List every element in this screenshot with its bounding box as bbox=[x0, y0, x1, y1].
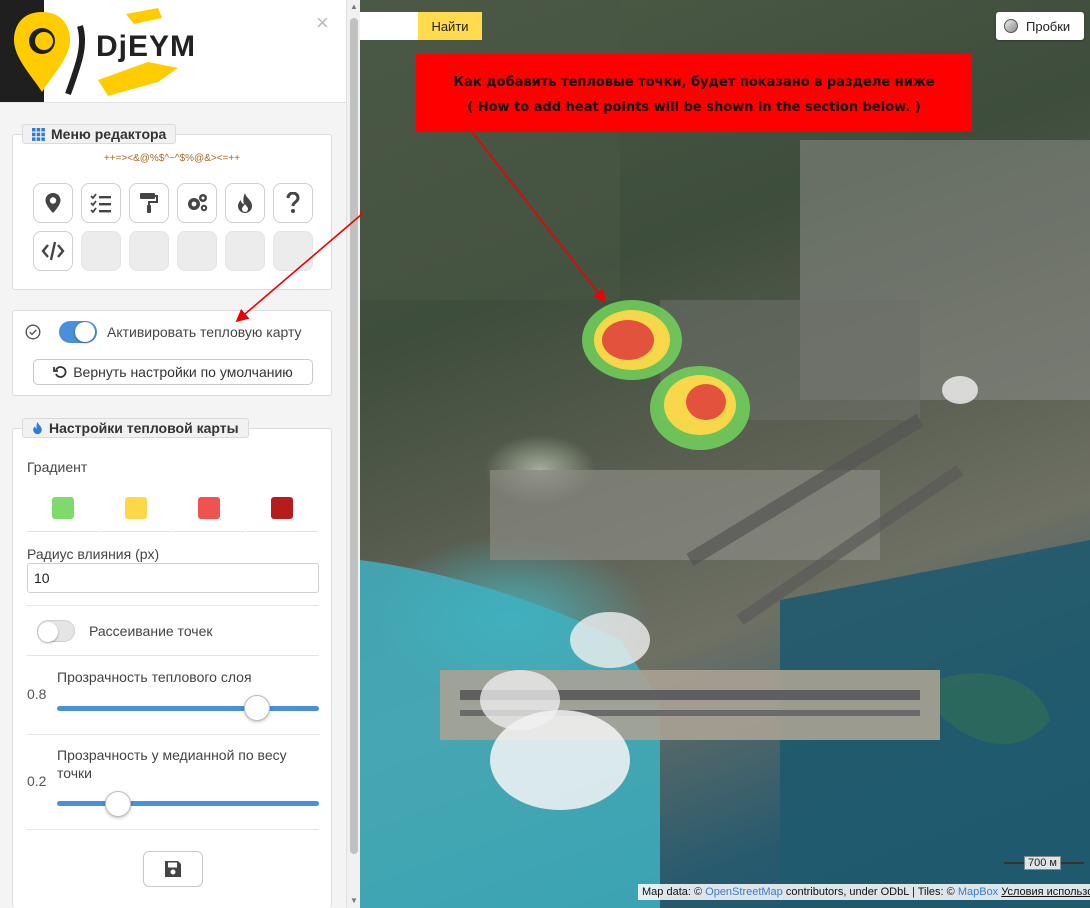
gradient-swatch-1[interactable] bbox=[52, 497, 74, 519]
save-icon bbox=[165, 861, 181, 877]
gradient-cell-4 bbox=[246, 489, 318, 532]
grid-icon bbox=[32, 127, 45, 141]
editor-menu-legend: Меню редактора bbox=[22, 124, 177, 144]
opacity-slider-thumb[interactable] bbox=[244, 695, 270, 721]
heatmap-toggle[interactable] bbox=[59, 321, 97, 343]
median-slider-thumb[interactable] bbox=[105, 791, 131, 817]
divider bbox=[27, 605, 319, 606]
osm-link[interactable]: OpenStreetMap bbox=[705, 886, 783, 898]
map-scale: 700 м bbox=[1002, 856, 1086, 870]
empty-tool-slot bbox=[273, 231, 313, 271]
median-slider-track[interactable] bbox=[57, 801, 319, 806]
gradient-swatch-2[interactable] bbox=[125, 497, 147, 519]
heatmap-settings-panel: Градиент Радиус влияния (px) Рассеивание… bbox=[12, 428, 332, 908]
map-search-input[interactable] bbox=[360, 12, 418, 40]
help-tool-button[interactable] bbox=[273, 183, 313, 223]
sidebar-scrollbar[interactable]: ▲ ▼ bbox=[346, 0, 360, 908]
heatmap-tool-button[interactable] bbox=[225, 183, 265, 223]
dissipate-label: Рассеивание точек bbox=[89, 623, 213, 639]
divider bbox=[27, 829, 319, 830]
traffic-button[interactable]: Пробки bbox=[996, 12, 1084, 40]
map-search-button[interactable]: Найти bbox=[418, 12, 482, 40]
placemark-tool-button[interactable] bbox=[33, 183, 73, 223]
gradient-swatch-4[interactable] bbox=[271, 497, 293, 519]
settings-tool-button[interactable] bbox=[177, 183, 217, 223]
gradient-swatch-3[interactable] bbox=[198, 497, 220, 519]
logo-header: DjEYM × bbox=[0, 0, 346, 103]
annotation-box: Как добавить тепловые точки, будет показ… bbox=[416, 54, 972, 132]
gradient-cell-2 bbox=[100, 489, 172, 532]
gradient-cell-1 bbox=[27, 489, 99, 532]
opacity-label: Прозрачность теплового слоя bbox=[57, 669, 252, 685]
divider bbox=[27, 734, 319, 735]
code-icon bbox=[41, 241, 65, 261]
style-tool-button[interactable] bbox=[129, 183, 169, 223]
median-value: 0.2 bbox=[27, 773, 47, 789]
empty-tool-slot bbox=[177, 231, 217, 271]
opacity-slider-track[interactable] bbox=[57, 706, 319, 711]
terms-link[interactable]: Условия использования bbox=[1001, 886, 1090, 898]
heatmap-toggle-label: Активировать тепловую карту bbox=[107, 324, 302, 340]
heatmap-activation-panel: Активировать тепловую карту Вернуть наст… bbox=[12, 310, 332, 396]
gears-icon bbox=[188, 194, 208, 212]
annotation-line-en: ( How to add heat points will be shown i… bbox=[467, 100, 921, 115]
scroll-down-icon[interactable]: ▼ bbox=[350, 896, 358, 905]
heatmap-settings-legend: Настройки тепловой карты bbox=[22, 418, 249, 438]
scrollbar-thumb[interactable] bbox=[350, 18, 358, 854]
opacity-value: 0.8 bbox=[27, 686, 47, 702]
reset-defaults-label: Вернуть настройки по умолчанию bbox=[73, 364, 293, 380]
code-tool-button[interactable] bbox=[33, 231, 73, 271]
decorative-symbols: ++=><&@%$^~^$%@&><=++ bbox=[103, 153, 241, 164]
annotation-line-ru: Как добавить тепловые точки, будет показ… bbox=[453, 75, 935, 90]
fire-icon bbox=[33, 421, 42, 435]
close-icon[interactable]: × bbox=[316, 12, 329, 34]
check-circle-icon bbox=[25, 324, 41, 340]
scroll-up-icon[interactable]: ▲ bbox=[350, 2, 358, 11]
empty-tool-slot bbox=[129, 231, 169, 271]
satellite-terrain bbox=[360, 0, 1090, 908]
dissipate-toggle[interactable] bbox=[37, 620, 75, 642]
marker-icon bbox=[45, 193, 61, 213]
reset-defaults-button[interactable]: Вернуть настройки по умолчанию bbox=[33, 359, 313, 385]
editor-menu-panel: ++=><&@%$^~^$%@&><=++ bbox=[12, 134, 332, 290]
traffic-icon bbox=[1004, 19, 1018, 33]
save-button[interactable] bbox=[143, 851, 203, 887]
empty-tool-slot bbox=[225, 231, 265, 271]
traffic-label: Пробки bbox=[1026, 18, 1071, 34]
radius-input[interactable] bbox=[27, 563, 319, 593]
mapbox-link[interactable]: MapBox bbox=[958, 886, 998, 898]
editor-sidebar: DjEYM × ++=><&@%$^~^$%@&><=++ Меню редак… bbox=[0, 0, 346, 908]
list-icon bbox=[90, 193, 111, 213]
map-attribution: Map data: © OpenStreetMap contributors, … bbox=[638, 884, 1090, 900]
scale-label: 700 м bbox=[1024, 856, 1061, 870]
attribution-middle: contributors, under ODbL | Tiles: © bbox=[782, 886, 958, 898]
editor-menu-title: Меню редактора bbox=[51, 126, 167, 142]
paint-roller-icon bbox=[140, 193, 158, 213]
empty-tool-slot bbox=[81, 231, 121, 271]
radius-label: Радиус влияния (px) bbox=[27, 546, 160, 562]
fire-icon bbox=[238, 193, 252, 213]
median-label: Прозрачность у медианной по весу точки bbox=[57, 747, 287, 781]
divider bbox=[27, 655, 319, 656]
gradient-label: Градиент bbox=[27, 459, 88, 475]
heatmap-settings-title: Настройки тепловой карты bbox=[49, 420, 239, 436]
undo-icon bbox=[53, 366, 67, 378]
attribution-prefix: Map data: © bbox=[642, 886, 706, 898]
logo-text: DjEYM bbox=[96, 30, 197, 63]
question-icon bbox=[286, 192, 300, 213]
list-tool-button[interactable] bbox=[81, 183, 121, 223]
map-canvas[interactable]: Найти Пробки Как добавить тепловые точки… bbox=[360, 0, 1090, 908]
gradient-cell-3 bbox=[173, 489, 245, 532]
